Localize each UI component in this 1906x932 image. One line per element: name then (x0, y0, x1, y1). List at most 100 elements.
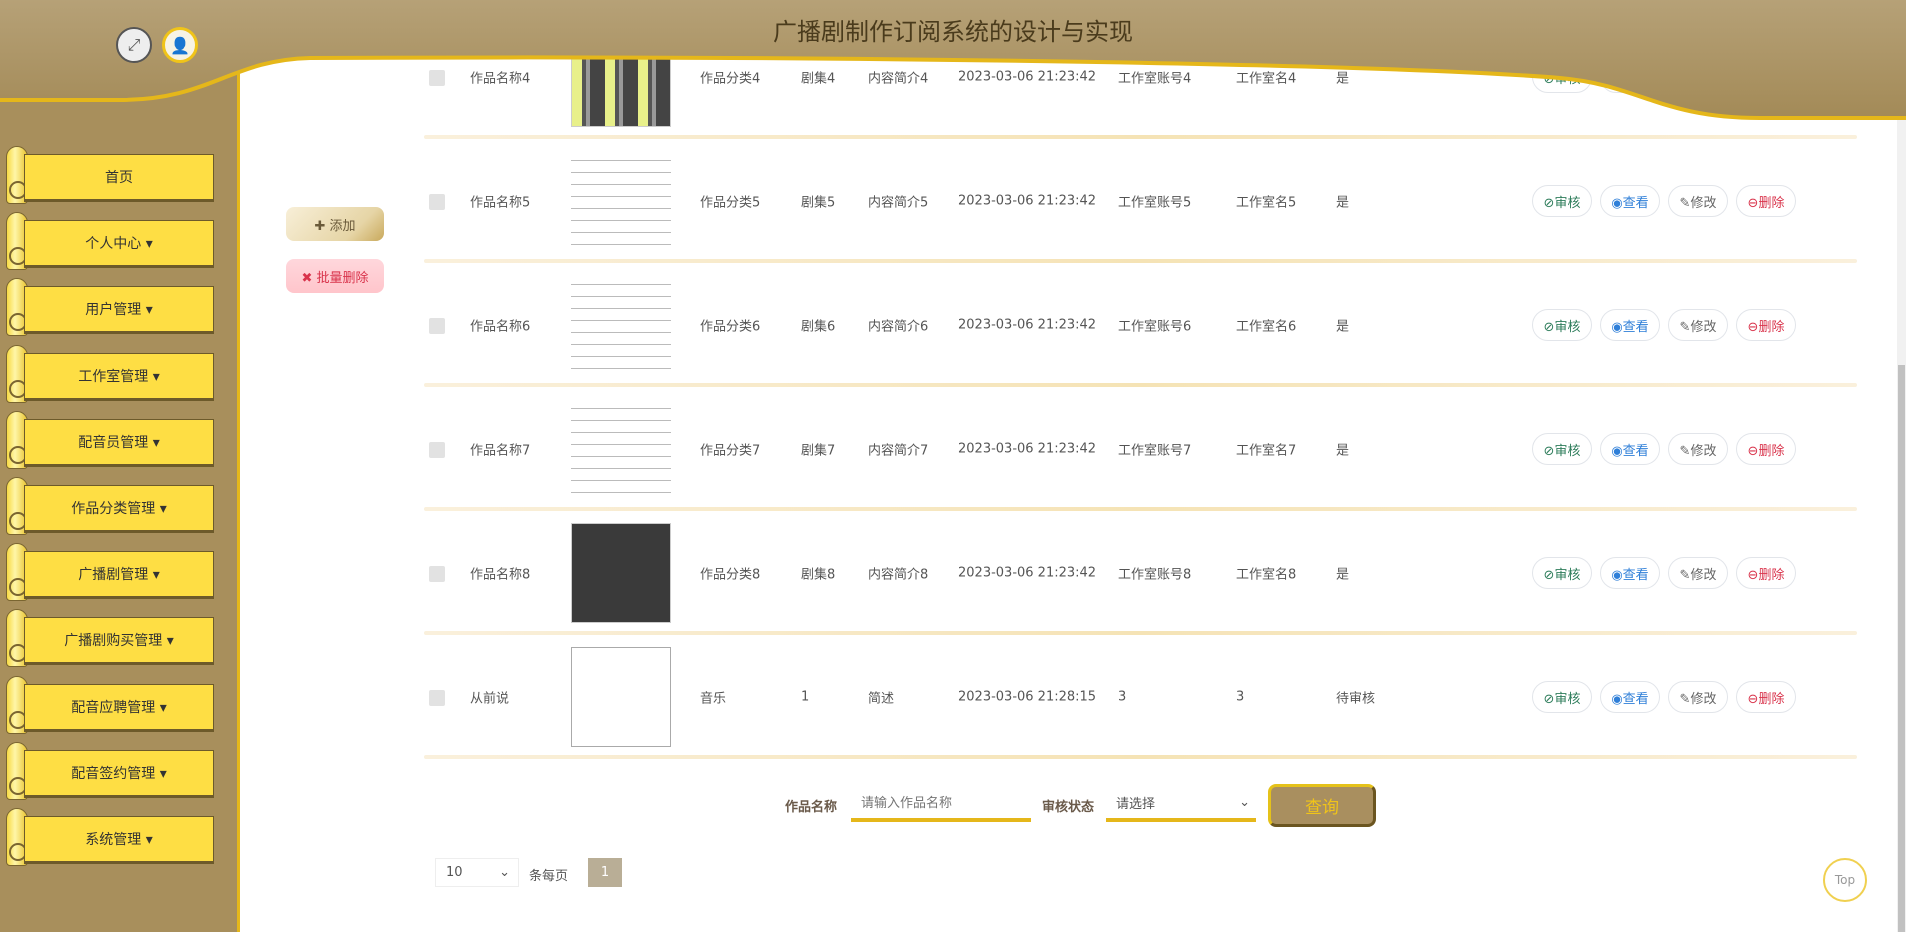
cell-status: 是 (1336, 195, 1350, 211)
edit-button[interactable]: ✎修改 (1668, 557, 1728, 589)
delete-button[interactable]: ⊖删除 (1736, 557, 1796, 589)
sidebar-item-2[interactable]: 用户管理 ▾ (24, 286, 214, 335)
expand-icon[interactable]: ⤢ (116, 27, 152, 63)
edit-button[interactable]: ✎修改 (1668, 433, 1728, 465)
cell-name: 作品名称8 (470, 567, 531, 583)
page-title: 广播剧制作订阅系统的设计与实现 (773, 18, 1133, 46)
cell-episode: 剧集6 (801, 319, 836, 335)
view-button[interactable]: ◉查看 (1600, 185, 1660, 217)
cell-account: 工作室账号4 (1118, 71, 1192, 87)
work-image (571, 151, 671, 251)
cell-time: 2023-03-06 21:28:15 (958, 689, 1097, 705)
cell-name: 从前说 (470, 691, 510, 707)
delete-button[interactable]: ⊖删除 (1736, 309, 1796, 341)
cell-account: 工作室账号8 (1118, 567, 1192, 583)
cell-studio: 工作室名4 (1236, 71, 1297, 87)
sidebar-item-6[interactable]: 广播剧管理 ▾ (24, 551, 214, 600)
row-checkbox[interactable] (429, 318, 445, 334)
batch-delete-button[interactable]: ✖ 批量删除 (286, 259, 384, 293)
cell-episode: 剧集7 (801, 443, 836, 459)
work-image (571, 523, 671, 623)
row-divider (424, 755, 1857, 759)
cell-episode: 剧集8 (801, 567, 836, 583)
query-button[interactable]: 查询 (1268, 784, 1376, 827)
audit-button[interactable]: ⊘审核 (1532, 61, 1592, 93)
delete-button[interactable]: ⊖删除 (1736, 61, 1796, 93)
cell-category: 作品分类7 (700, 443, 761, 459)
view-button[interactable]: ◉查看 (1600, 433, 1660, 465)
scrollbar-thumb[interactable] (1898, 365, 1905, 932)
cell-time: 2023-03-06 21:23:42 (958, 317, 1097, 333)
cell-episode: 剧集5 (801, 195, 836, 211)
page-button-1[interactable]: 1 (588, 858, 622, 887)
back-to-top-button[interactable]: Top (1823, 858, 1867, 902)
cell-account: 工作室账号6 (1118, 319, 1192, 335)
status-select-value: 请选择 (1116, 796, 1156, 812)
audit-button[interactable]: ⊘审核 (1532, 557, 1592, 589)
audit-button[interactable]: ⊘审核 (1532, 185, 1592, 217)
edit-button[interactable]: ✎修改 (1668, 309, 1728, 341)
cell-studio: 3 (1236, 689, 1245, 705)
view-button[interactable]: ◉查看 (1600, 681, 1660, 713)
audit-button[interactable]: ⊘审核 (1532, 433, 1592, 465)
row-checkbox[interactable] (429, 690, 445, 706)
row-checkbox[interactable] (429, 70, 445, 86)
search-name-label: 作品名称 (785, 800, 838, 815)
cell-account: 工作室账号7 (1118, 443, 1192, 459)
cell-time: 2023-03-06 21:23:42 (958, 193, 1097, 209)
row-checkbox[interactable] (429, 194, 445, 210)
cell-category: 作品分类8 (700, 567, 761, 583)
page-size-value: 10 (446, 865, 463, 880)
sidebar-item-1[interactable]: 个人中心 ▾ (24, 220, 214, 269)
sidebar-item-10[interactable]: 系统管理 ▾ (24, 816, 214, 864)
cell-intro: 简述 (868, 691, 895, 707)
work-image (571, 647, 671, 747)
scrollbar[interactable] (1897, 0, 1906, 932)
search-name-input[interactable] (851, 786, 1031, 822)
cell-episode: 1 (801, 689, 810, 705)
cell-studio: 工作室名5 (1236, 195, 1297, 211)
cell-status: 是 (1336, 319, 1350, 335)
page-size-select[interactable]: 10 ⌄ (435, 858, 519, 887)
sidebar-item-8[interactable]: 配音应聘管理 ▾ (24, 683, 214, 732)
user-icon[interactable]: 👤 (162, 27, 198, 63)
cell-category: 作品分类4 (700, 71, 761, 87)
cell-name: 作品名称4 (470, 71, 531, 87)
sidebar-item-5[interactable]: 作品分类管理 ▾ (24, 485, 214, 533)
audit-button[interactable]: ⊘审核 (1532, 309, 1592, 341)
sidebar-item-7[interactable]: 广播剧购买管理 ▾ (24, 617, 214, 666)
status-select[interactable]: 请选择 ⌄ (1106, 786, 1256, 822)
cell-time: 2023-03-06 21:23:42 (958, 565, 1097, 581)
sidebar-item-4[interactable]: 配音员管理 ▾ (24, 418, 214, 467)
delete-button[interactable]: ⊖删除 (1736, 433, 1796, 465)
cell-time: 2023-03-06 21:23:42 (958, 441, 1097, 457)
cell-studio: 工作室名7 (1236, 443, 1297, 459)
edit-button[interactable]: ✎修改 (1668, 681, 1728, 713)
chevron-down-icon: ⌄ (499, 865, 510, 880)
cell-time: 2023-03-06 21:23:42 (958, 69, 1097, 85)
cell-name: 作品名称7 (470, 443, 531, 459)
table-row: 作品名称5 作品分类5 剧集5 内容简介5 2023-03-06 21:23:42 工作室… (424, 139, 1857, 263)
delete-button[interactable]: ⊖删除 (1736, 681, 1796, 713)
view-button[interactable]: ◉查看 (1600, 557, 1660, 589)
view-button[interactable]: ◉查看 (1600, 309, 1660, 341)
row-checkbox[interactable] (429, 566, 445, 582)
audit-button[interactable]: ⊘审核 (1532, 681, 1592, 713)
cell-intro: 内容简介4 (868, 71, 929, 87)
cell-account: 工作室账号5 (1118, 195, 1192, 211)
cell-intro: 内容简介5 (868, 195, 929, 211)
sidebar-item-9[interactable]: 配音签约管理 ▾ (24, 749, 214, 798)
edit-button[interactable]: ✎修改 (1668, 185, 1728, 217)
sidebar-item-3[interactable]: 工作室管理 ▾ (24, 352, 214, 401)
cell-category: 作品分类6 (700, 319, 761, 335)
delete-button[interactable]: ⊖删除 (1736, 185, 1796, 217)
edit-button[interactable]: ✎修改 (1668, 61, 1728, 93)
view-button[interactable]: ◉查看 (1600, 61, 1660, 93)
cell-intro: 内容简介6 (868, 319, 929, 335)
search-status-label: 审核状态 (1042, 800, 1095, 815)
cell-intro: 内容简介8 (868, 567, 929, 583)
sidebar-item-0[interactable]: 首页 (24, 154, 214, 202)
work-image (571, 399, 671, 499)
row-checkbox[interactable] (429, 442, 445, 458)
add-button[interactable]: ✚ 添加 (286, 207, 384, 241)
